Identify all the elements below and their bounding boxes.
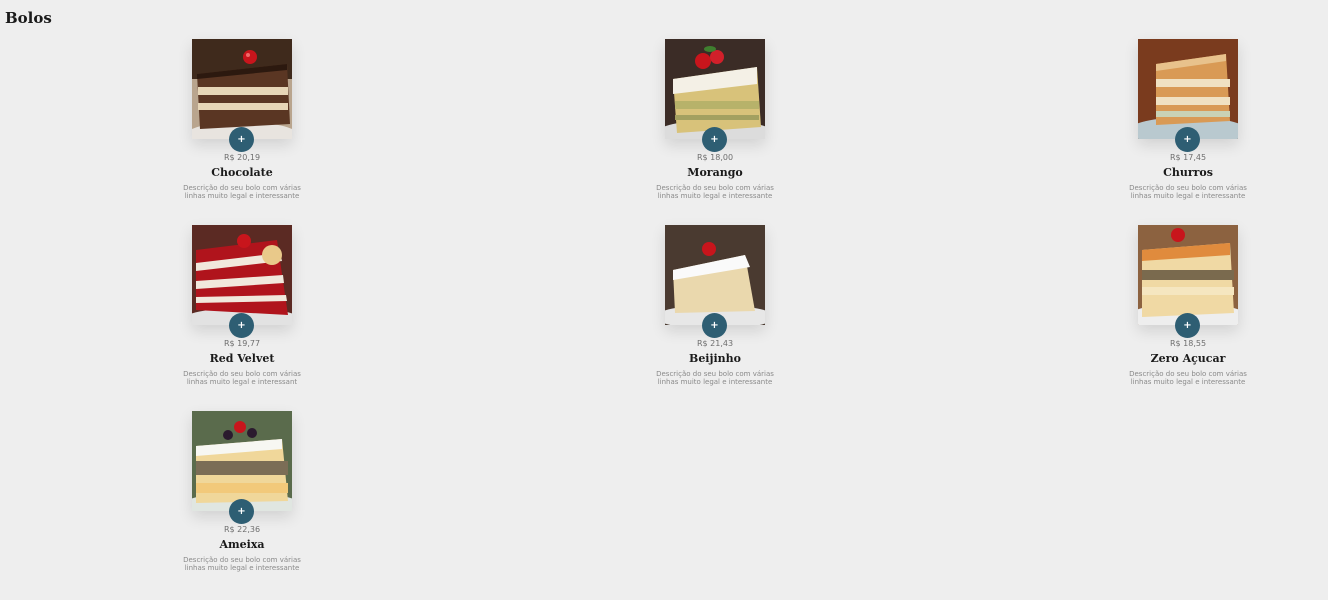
plus-icon: + [710,319,719,331]
product-card[interactable]: + R$ 17,45 Churros Descrição do seu bolo… [1123,39,1253,225]
product-card[interactable]: + R$ 18,55 Zero Açucar Descrição do seu … [1123,225,1253,411]
product-description: Descrição do seu bolo com várias linhas … [1129,184,1247,200]
plum-cake-image[interactable] [192,411,292,511]
product-description: Descrição do seu bolo com várias linhas … [1129,370,1247,386]
product-name: Beijinho [689,352,741,365]
add-to-cart-button[interactable]: + [229,127,254,152]
product-price: R$ 20,19 [223,153,261,162]
product-grid: + R$ 20,19 Chocolate Descrição do seu bo… [0,39,1328,597]
product-name: Ameixa [219,538,265,551]
product-card[interactable]: + R$ 20,19 Chocolate Descrição do seu bo… [177,39,307,225]
product-price: R$ 18,55 [1169,339,1207,348]
plus-icon: + [237,133,246,145]
add-to-cart-button[interactable]: + [229,313,254,338]
product-description: Descrição do seu bolo com várias linhas … [656,184,774,200]
product-description: Descrição do seu bolo com várias linhas … [656,370,774,386]
plus-icon: + [710,133,719,145]
product-name: Churros [1163,166,1213,179]
red-velvet-cake-image[interactable] [192,225,292,325]
product-card[interactable]: + R$ 21,43 Beijinho Descrição do seu bol… [650,225,780,411]
sugar-free-cake-image[interactable] [1138,225,1238,325]
product-name: Morango [687,166,743,179]
product-price: R$ 21,43 [696,339,734,348]
add-to-cart-button[interactable]: + [229,499,254,524]
churros-cake-image[interactable] [1138,39,1238,139]
product-description: Descrição do seu bolo com várias linhas … [183,184,301,200]
add-to-cart-button[interactable]: + [1175,127,1200,152]
product-name: Red Velvet [209,352,275,365]
add-to-cart-button[interactable]: + [702,127,727,152]
product-description: Descrição do seu bolo com várias linhas … [183,370,301,386]
products-page: Bolos + R$ 20,19 Chocolate Descrição do … [0,0,1328,600]
add-to-cart-button[interactable]: + [1175,313,1200,338]
beijinho-cake-image[interactable] [665,225,765,325]
product-card[interactable]: + R$ 18,00 Morango Descrição do seu bolo… [650,39,780,225]
product-name: Chocolate [211,166,273,179]
product-price: R$ 19,77 [223,339,261,348]
product-name: Zero Açucar [1150,352,1226,365]
add-to-cart-button[interactable]: + [702,313,727,338]
plus-icon: + [237,505,246,517]
plus-icon: + [1183,133,1192,145]
product-price: R$ 18,00 [696,153,734,162]
product-card[interactable]: + R$ 19,77 Red Velvet Descrição do seu b… [177,225,307,411]
plus-icon: + [237,319,246,331]
product-price: R$ 17,45 [1169,153,1207,162]
section-title: Bolos [5,9,52,27]
product-description: Descrição do seu bolo com várias linhas … [183,556,301,572]
chocolate-cake-image[interactable] [192,39,292,139]
product-price: R$ 22,36 [223,525,261,534]
product-card[interactable]: + R$ 22,36 Ameixa Descrição do seu bolo … [177,411,307,597]
strawberry-cake-image[interactable] [665,39,765,139]
plus-icon: + [1183,319,1192,331]
